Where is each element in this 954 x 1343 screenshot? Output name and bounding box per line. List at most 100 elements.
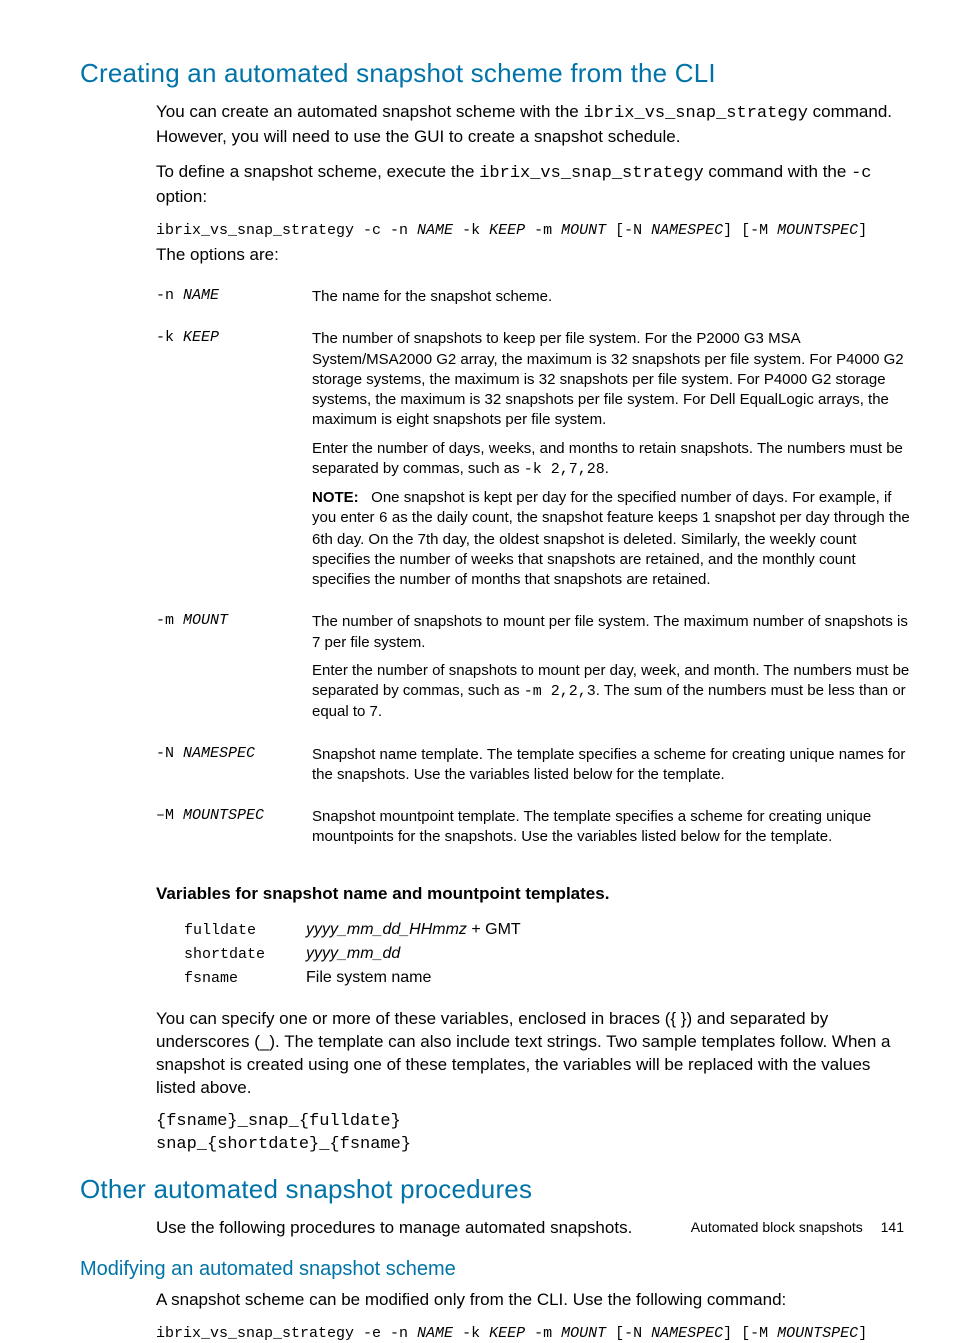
code-inline: -m 2,2,3 (524, 683, 596, 700)
code-arg: MOUNT (561, 1325, 606, 1342)
arg: KEEP (183, 329, 219, 346)
modify-paragraph: A snapshot scheme can be modified only f… (156, 1289, 914, 1312)
code-arg: NAME (417, 222, 453, 239)
arg: NAME (183, 287, 219, 304)
code-arg: MOUNTSPEC (777, 1325, 858, 1342)
code-arg: NAMESPEC (651, 1325, 723, 1342)
note: NOTE: One snapshot is kept per day for t… (312, 488, 914, 590)
format: yyyy_mm_dd (306, 945, 400, 962)
option-desc: The number of snapshots to keep per file… (312, 325, 914, 608)
text: The number of snapshots to mount per fil… (312, 612, 914, 653)
option-desc: The number of snapshots to mount per fil… (312, 608, 914, 740)
variable-name: shortdate (184, 942, 306, 966)
option-desc: Snapshot mountpoint template. The templa… (312, 803, 914, 866)
code: -k (453, 222, 489, 239)
section-body: You can create an automated snapshot sch… (156, 101, 914, 1156)
code-arg: KEEP (489, 222, 525, 239)
option-row-mountspec: –M MOUNTSPEC Snapshot mountpoint templat… (156, 803, 914, 866)
code-arg: NAMESPEC (651, 222, 723, 239)
variables-post-paragraph: You can specify one or more of these var… (156, 1008, 914, 1100)
command-inline: ibrix_vs_snap_strategy (583, 104, 807, 123)
text: Enter the number of snapshots to mount p… (312, 661, 914, 723)
flag: -m (156, 612, 183, 629)
text: as the daily count, the snapshot feature… (312, 509, 910, 588)
define-paragraph: To define a snapshot scheme, execute the… (156, 161, 914, 209)
option-desc: The name for the snapshot scheme. (312, 283, 914, 325)
text: + GMT (467, 921, 521, 938)
note-label: NOTE: (312, 489, 359, 506)
text: Enter the number of days, weeks, and mon… (312, 439, 914, 481)
code: ibrix_vs_snap_strategy -c -n (156, 222, 417, 239)
options-intro: The options are: (156, 244, 914, 267)
code: ] [-M (723, 1325, 777, 1342)
code-arg: NAME (417, 1325, 453, 1342)
code: -k (453, 1325, 489, 1342)
page-number: 141 (881, 1219, 904, 1235)
heading-other-procedures: Other automated snapshot procedures (80, 1174, 914, 1205)
variable-row: fsname File system name (184, 966, 521, 990)
variable-desc: File system name (306, 966, 521, 990)
option-row-keep: -k KEEP The number of snapshots to keep … (156, 325, 914, 608)
flag: –M (156, 807, 183, 824)
flag: -N (156, 745, 183, 762)
heading-modifying-scheme: Modifying an automated snapshot scheme (80, 1258, 914, 1281)
page-footer: Automated block snapshots 141 (691, 1219, 904, 1235)
code-inline: -k 2,7,28 (524, 461, 605, 478)
code: ] (858, 222, 867, 239)
option-row-mount: -m MOUNT The number of snapshots to moun… (156, 608, 914, 740)
variables-table: fulldate yyyy_mm_dd_HHmmz + GMT shortdat… (184, 918, 521, 990)
code-arg: MOUNTSPEC (777, 222, 858, 239)
flag: -n (156, 287, 183, 304)
option-flag: –M MOUNTSPEC (156, 803, 312, 866)
text: To define a snapshot scheme, execute the (156, 162, 479, 181)
text: . (605, 460, 609, 477)
arg: MOUNTSPEC (183, 807, 264, 824)
heading-creating-snapshot-cli: Creating an automated snapshot scheme fr… (80, 58, 914, 89)
text: option: (156, 187, 207, 206)
variable-row: fulldate yyyy_mm_dd_HHmmz + GMT (184, 918, 521, 942)
code: ] [-M (723, 222, 777, 239)
option-flag: -k KEEP (156, 325, 312, 608)
command-syntax: ibrix_vs_snap_strategy -e -n NAME -k KEE… (156, 1324, 914, 1343)
code: -m (525, 1325, 561, 1342)
footer-section-label: Automated block snapshots (691, 1219, 863, 1235)
arg: MOUNT (183, 612, 228, 629)
code: [-N (606, 1325, 651, 1342)
format: yyyy_mm_dd_HHmmz (306, 921, 467, 938)
variable-name: fulldate (184, 918, 306, 942)
text: Snapshot name template. The template spe… (312, 745, 914, 786)
code-arg: MOUNT (561, 222, 606, 239)
variable-desc: yyyy_mm_dd (306, 942, 521, 966)
option-flag: -n NAME (156, 283, 312, 325)
text: The number of snapshots to keep per file… (312, 329, 914, 430)
code: -m (525, 222, 561, 239)
text: Snapshot mountpoint template. The templa… (312, 807, 914, 848)
intro-paragraph: You can create an automated snapshot sch… (156, 101, 914, 149)
code-arg: KEEP (489, 1325, 525, 1342)
variable-desc: yyyy_mm_dd_HHmmz + GMT (306, 918, 521, 942)
variable-row: shortdate yyyy_mm_dd (184, 942, 521, 966)
option-row-name: -n NAME The name for the snapshot scheme… (156, 283, 914, 325)
code: ] (858, 1325, 867, 1342)
command-syntax: ibrix_vs_snap_strategy -c -n NAME -k KEE… (156, 221, 914, 241)
options-table: -n NAME The name for the snapshot scheme… (156, 283, 914, 866)
option-flag: -N NAMESPEC (156, 741, 312, 804)
text: The name for the snapshot scheme. (312, 287, 914, 307)
template-samples: {fsname}_snap_{fulldate} snap_{shortdate… (156, 1111, 914, 1155)
text: You can create an automated snapshot sch… (156, 102, 583, 121)
option-row-namespec: -N NAMESPEC Snapshot name template. The … (156, 741, 914, 804)
page: Creating an automated snapshot scheme fr… (0, 0, 954, 1271)
code: ibrix_vs_snap_strategy -e -n (156, 1325, 417, 1342)
option-flag: -m MOUNT (156, 608, 312, 740)
variable-name: fsname (184, 966, 306, 990)
code-inline: 6 (379, 510, 388, 527)
arg: NAMESPEC (183, 745, 255, 762)
option-desc: Snapshot name template. The template spe… (312, 741, 914, 804)
code: [-N (606, 222, 651, 239)
variables-heading: Variables for snapshot name and mountpoi… (156, 884, 914, 904)
section-body: A snapshot scheme can be modified only f… (156, 1289, 914, 1343)
text: command with the (704, 162, 851, 181)
flag-inline: -c (851, 164, 871, 183)
command-inline: ibrix_vs_snap_strategy (479, 164, 703, 183)
flag: -k (156, 329, 183, 346)
